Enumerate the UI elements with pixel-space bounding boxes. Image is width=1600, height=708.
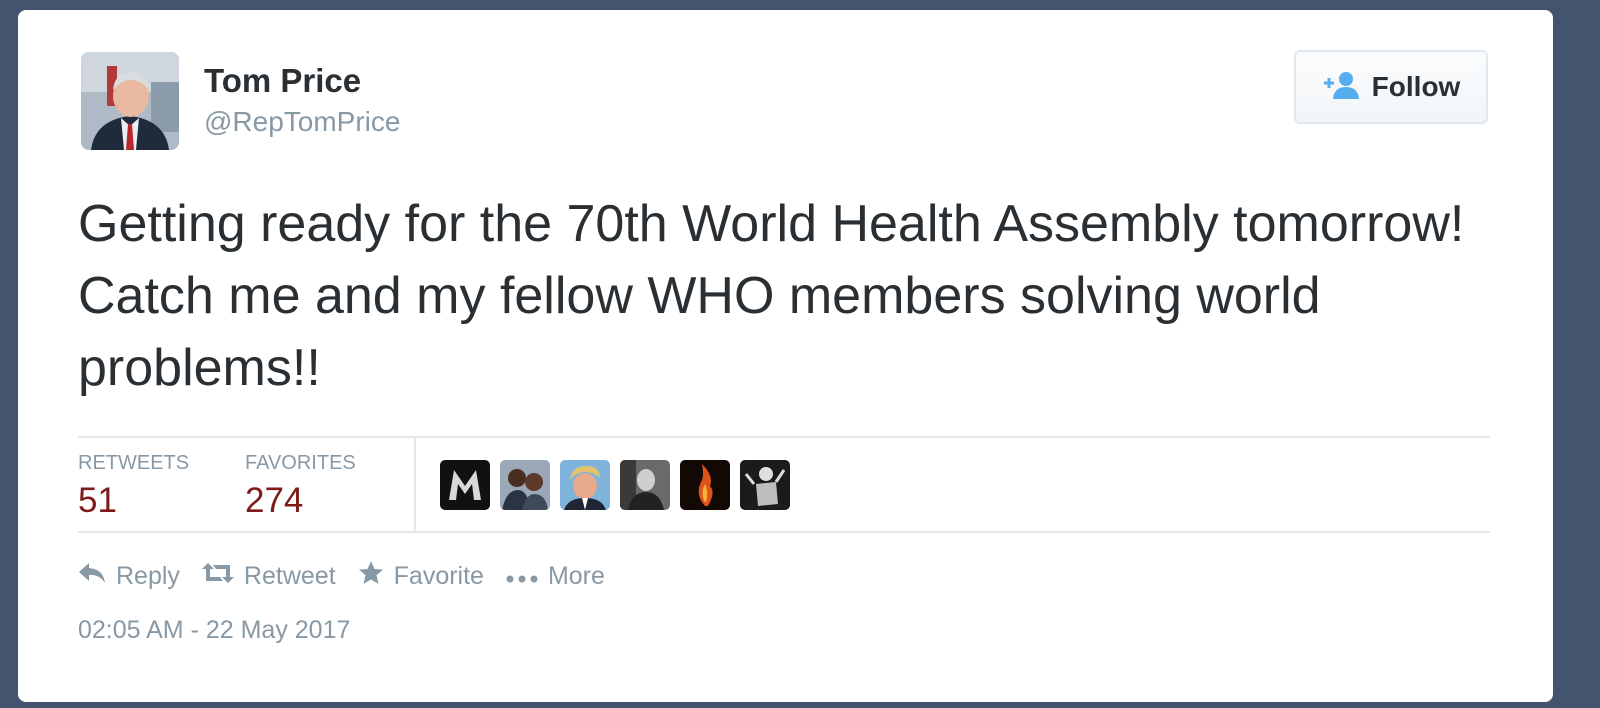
stats-divider: [414, 438, 416, 531]
favorite-action[interactable]: Favorite: [358, 560, 484, 593]
more-dots-icon: [506, 562, 538, 591]
add-user-icon: [1322, 71, 1360, 104]
tweet-stats: RETWEETS 51 FAVORITES 274: [78, 436, 1490, 533]
follow-button[interactable]: Follow: [1294, 50, 1488, 124]
couple-photo-avatar[interactable]: [500, 460, 550, 510]
user-handle[interactable]: @RepTomPrice: [204, 106, 400, 138]
follow-label: Follow: [1371, 71, 1461, 102]
retweet-icon: [201, 561, 234, 592]
reply-action[interactable]: Reply: [78, 561, 180, 592]
dancer-avatar[interactable]: [740, 460, 790, 510]
reply-icon: [78, 561, 106, 592]
retweet-action[interactable]: Retweet: [201, 561, 336, 592]
tweet-card: Tom Price @RepTomPrice Follow Getting re…: [18, 10, 1553, 702]
retweet-label: Retweet: [243, 562, 336, 590]
favorite-label: Favorite: [393, 562, 484, 590]
tweet-actions: Reply Retweet Favorite More: [78, 560, 605, 593]
favorites-count: 274: [245, 481, 304, 520]
m-logo-avatar[interactable]: [440, 460, 490, 510]
bw-man-avatar[interactable]: [620, 460, 670, 510]
user-name[interactable]: Tom Price: [204, 62, 361, 100]
profile-avatar[interactable]: [81, 52, 179, 150]
favorites-stat[interactable]: FAVORITES 274: [245, 452, 356, 521]
retweets-stat[interactable]: RETWEETS 51: [78, 452, 189, 521]
tweet-text: Getting ready for the 70th World Health …: [78, 195, 1465, 397]
star-icon: [358, 560, 384, 593]
more-label: More: [547, 562, 605, 590]
favorites-label: FAVORITES: [245, 452, 356, 474]
tweet-timestamp[interactable]: 02:05 AM - 22 May 2017: [78, 616, 350, 645]
favoriter-avatars: [440, 460, 790, 510]
retweets-count: 51: [78, 481, 117, 520]
man-portrait-avatar[interactable]: [560, 460, 610, 510]
reply-label: Reply: [116, 562, 180, 590]
fire-avatar[interactable]: [680, 460, 730, 510]
retweets-label: RETWEETS: [78, 452, 190, 474]
more-action[interactable]: More: [506, 562, 605, 591]
